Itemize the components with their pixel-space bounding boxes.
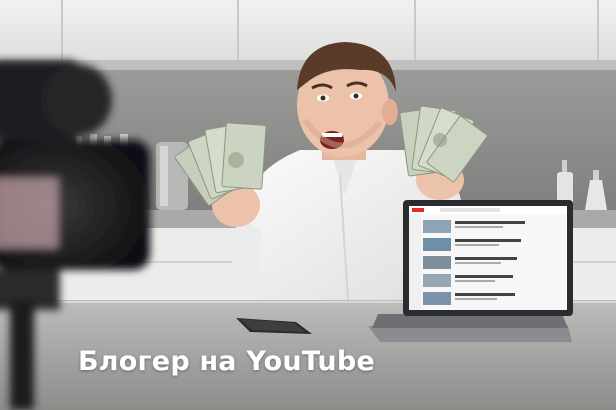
- caption-title: Блогер на YouTube: [78, 346, 375, 377]
- photo-scene: Блогер на YouTube: [0, 0, 616, 410]
